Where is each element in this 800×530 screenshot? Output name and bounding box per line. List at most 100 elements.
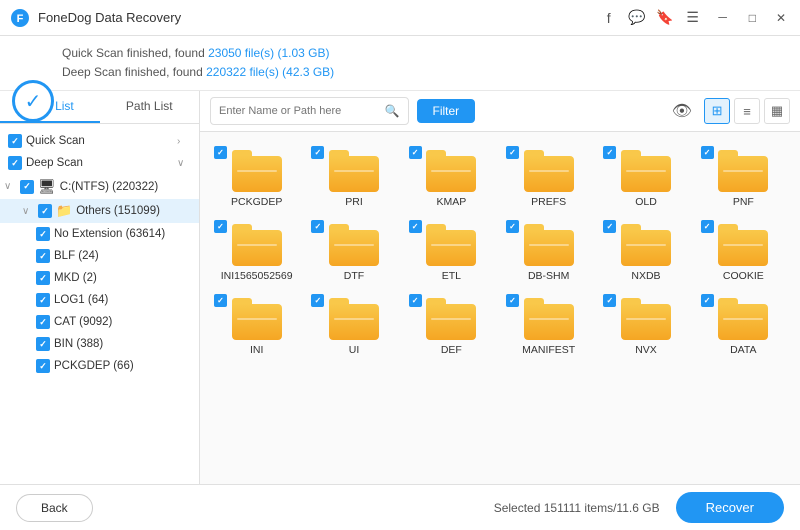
file-name: KMAP xyxy=(436,196,466,208)
folder-icon xyxy=(426,150,476,192)
content-area: 🔍 Filter 👁 ⊞ ≡ ▦ ✓ PCKGDEP ✓ xyxy=(200,91,800,484)
file-item[interactable]: ✓ PNF xyxy=(697,142,790,212)
folder-icon xyxy=(621,224,671,266)
file-item[interactable]: ✓ PRI xyxy=(307,142,400,212)
file-item[interactable]: ✓ UI xyxy=(307,290,400,360)
file-item[interactable]: ✓ DATA xyxy=(697,290,790,360)
file-item[interactable]: ✓ DEF xyxy=(405,290,498,360)
file-name: OLD xyxy=(635,196,657,208)
file-checkbox[interactable]: ✓ xyxy=(311,294,324,307)
file-item[interactable]: ✓ ETL xyxy=(405,216,498,286)
sidebar-item-no-ext[interactable]: ✓ No Extension (63614) xyxy=(0,223,199,245)
no-ext-check[interactable]: ✓ xyxy=(36,227,50,241)
file-name: MANIFEST xyxy=(522,344,575,356)
file-checkbox[interactable]: ✓ xyxy=(214,294,227,307)
bin-check[interactable]: ✓ xyxy=(36,337,50,351)
facebook-icon[interactable]: f xyxy=(601,10,617,26)
folder-icon xyxy=(524,298,574,340)
minimize-button[interactable]: － xyxy=(713,9,733,26)
cat-check[interactable]: ✓ xyxy=(36,315,50,329)
title-bar: F FoneDog Data Recovery f 💬 🔖 ☰ － □ ✕ xyxy=(0,0,800,36)
others-check[interactable]: ✓ xyxy=(38,204,52,218)
folder-icon-others: 📁 xyxy=(56,203,72,219)
title-bar-actions: f 💬 🔖 ☰ － □ ✕ xyxy=(601,9,790,26)
file-name: PRI xyxy=(345,196,363,208)
file-checkbox[interactable]: ✓ xyxy=(311,146,324,159)
file-checkbox[interactable]: ✓ xyxy=(214,220,227,233)
deep-scan-check[interactable]: ✓ xyxy=(8,156,22,170)
sidebar-item-quick-scan[interactable]: ✓ Quick Scan › xyxy=(0,130,199,152)
close-button[interactable]: ✕ xyxy=(772,11,790,25)
maximize-button[interactable]: □ xyxy=(745,11,760,25)
file-item[interactable]: ✓ PREFS xyxy=(502,142,595,212)
folder-icon xyxy=(718,298,768,340)
back-button[interactable]: Back xyxy=(16,494,93,522)
sidebar-item-others[interactable]: ∨ ✓ 📁 Others (151099) xyxy=(0,199,199,223)
file-item[interactable]: ✓ NVX xyxy=(599,290,692,360)
file-checkbox[interactable]: ✓ xyxy=(603,294,616,307)
file-item[interactable]: ✓ DTF xyxy=(307,216,400,286)
chat-icon[interactable]: 💬 xyxy=(629,10,645,26)
file-item[interactable]: ✓ NXDB xyxy=(599,216,692,286)
drive-check[interactable]: ✓ xyxy=(20,180,34,194)
file-item[interactable]: ✓ DB-SHM xyxy=(502,216,595,286)
file-checkbox[interactable]: ✓ xyxy=(603,220,616,233)
file-checkbox[interactable]: ✓ xyxy=(701,294,714,307)
eye-icon[interactable]: 👁 xyxy=(672,101,692,121)
file-item[interactable]: ✓ COOKIE xyxy=(697,216,790,286)
file-item[interactable]: ✓ MANIFEST xyxy=(502,290,595,360)
list-view-button[interactable]: ≡ xyxy=(734,98,760,124)
file-item[interactable]: ✓ INI xyxy=(210,290,303,360)
sidebar-item-mkd[interactable]: ✓ MKD (2) xyxy=(0,267,199,289)
grid-small-view-button[interactable]: ▦ xyxy=(764,98,790,124)
file-item[interactable]: ✓ KMAP xyxy=(405,142,498,212)
recover-button[interactable]: Recover xyxy=(676,492,784,523)
blf-check[interactable]: ✓ xyxy=(36,249,50,263)
file-checkbox[interactable]: ✓ xyxy=(506,294,519,307)
folder-icon xyxy=(426,298,476,340)
grid-large-view-button[interactable]: ⊞ xyxy=(704,98,730,124)
search-box[interactable]: 🔍 xyxy=(210,97,409,125)
file-item[interactable]: ✓ PCKGDEP xyxy=(210,142,303,212)
file-item[interactable]: ✓ INI1565052569 xyxy=(210,216,303,286)
menu-icon[interactable]: ☰ xyxy=(685,10,701,26)
filter-button[interactable]: Filter xyxy=(417,99,476,123)
bookmark-icon[interactable]: 🔖 xyxy=(657,10,673,26)
folder-icon xyxy=(524,150,574,192)
folder-icon xyxy=(329,224,379,266)
file-name: NXDB xyxy=(631,270,660,282)
mkd-check[interactable]: ✓ xyxy=(36,271,50,285)
sidebar-tree: ✓ Quick Scan › ✓ Deep Scan ∨ ∨ ✓ 🖥 C:(NT… xyxy=(0,124,199,484)
sidebar-item-drive[interactable]: ∨ ✓ 🖥 C:(NTFS) (220322) xyxy=(0,174,199,199)
sidebar-item-cat[interactable]: ✓ CAT (9092) xyxy=(0,311,199,333)
file-checkbox[interactable]: ✓ xyxy=(409,146,422,159)
bottom-bar: Back Selected 151111 items/11.6 GB Recov… xyxy=(0,484,800,530)
sidebar-item-log1[interactable]: ✓ LOG1 (64) xyxy=(0,289,199,311)
scan-logo: ✓ xyxy=(12,80,54,122)
drive-icon: 🖥 xyxy=(38,178,56,195)
file-checkbox[interactable]: ✓ xyxy=(506,146,519,159)
sidebar-item-pckgdep[interactable]: ✓ PCKGDEP (66) xyxy=(0,355,199,377)
file-checkbox[interactable]: ✓ xyxy=(506,220,519,233)
app-title: FoneDog Data Recovery xyxy=(38,10,601,25)
sidebar-item-deep-scan[interactable]: ✓ Deep Scan ∨ xyxy=(0,152,199,174)
file-checkbox[interactable]: ✓ xyxy=(701,146,714,159)
pckgdep-check[interactable]: ✓ xyxy=(36,359,50,373)
file-checkbox[interactable]: ✓ xyxy=(409,220,422,233)
file-name: NVX xyxy=(635,344,657,356)
file-name: DEF xyxy=(441,344,462,356)
file-checkbox[interactable]: ✓ xyxy=(311,220,324,233)
file-item[interactable]: ✓ OLD xyxy=(599,142,692,212)
tab-path-list[interactable]: Path List xyxy=(100,91,200,123)
log1-check[interactable]: ✓ xyxy=(36,293,50,307)
quick-scan-check[interactable]: ✓ xyxy=(8,134,22,148)
file-grid: ✓ PCKGDEP ✓ PRI ✓ KMAP ✓ xyxy=(200,132,800,484)
file-checkbox[interactable]: ✓ xyxy=(701,220,714,233)
file-checkbox[interactable]: ✓ xyxy=(603,146,616,159)
file-checkbox[interactable]: ✓ xyxy=(409,294,422,307)
sidebar-item-bin[interactable]: ✓ BIN (388) xyxy=(0,333,199,355)
search-input[interactable] xyxy=(219,105,381,117)
folder-icon xyxy=(718,224,768,266)
file-checkbox[interactable]: ✓ xyxy=(214,146,227,159)
sidebar-item-blf[interactable]: ✓ BLF (24) xyxy=(0,245,199,267)
